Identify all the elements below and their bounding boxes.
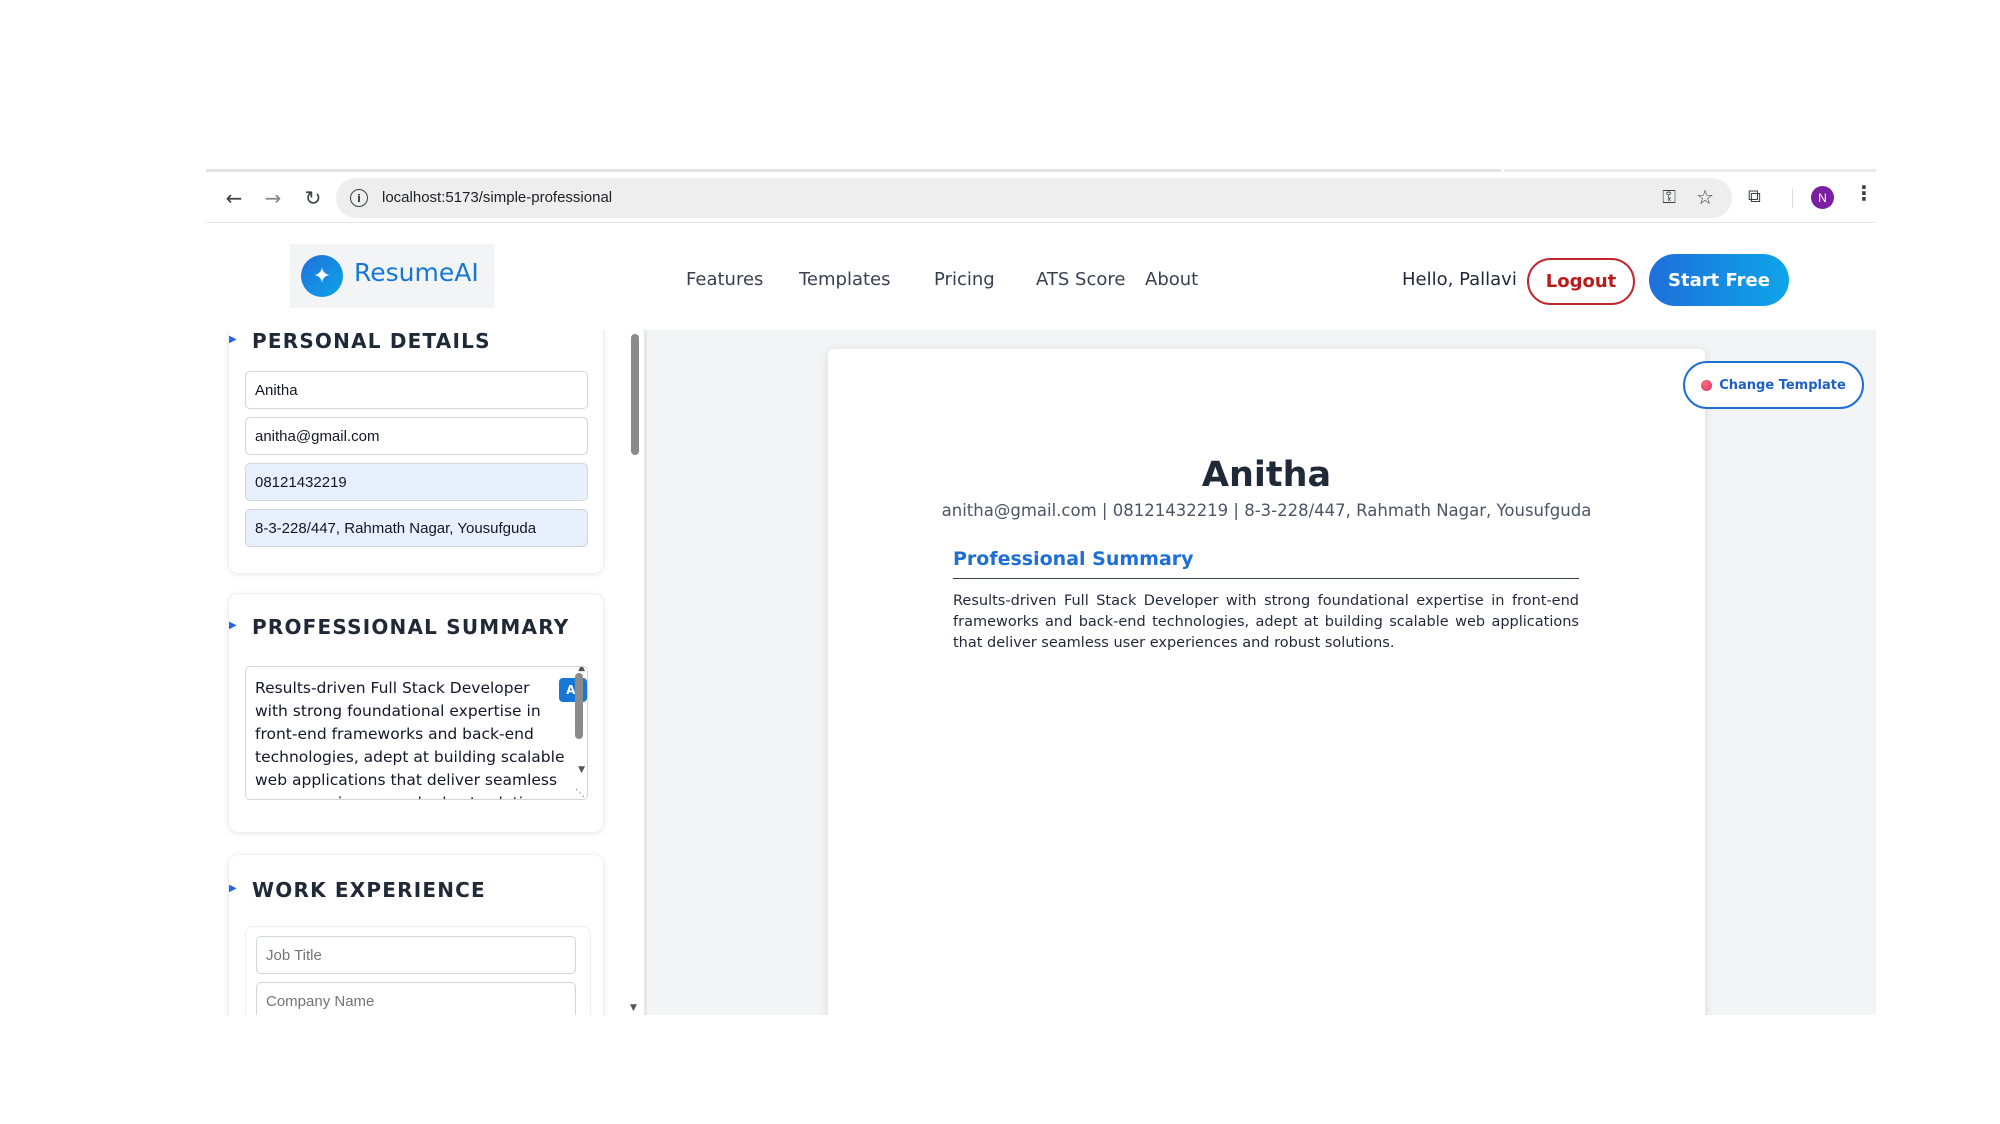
professional-summary-title: PROFESSIONAL SUMMARY xyxy=(252,615,570,639)
name-field[interactable] xyxy=(245,371,588,409)
browser-window: ← → ↻ i localhost:5173/simple-profession… xyxy=(206,169,1876,1015)
site-info-icon[interactable]: i xyxy=(350,189,368,207)
logout-button[interactable]: Logout xyxy=(1527,258,1635,305)
browser-menu-icon[interactable]: ⋮ xyxy=(1854,183,1874,203)
change-template-button[interactable]: Change Template xyxy=(1683,361,1864,409)
forward-arrow-icon[interactable]: → xyxy=(259,184,287,212)
nav-features[interactable]: Features xyxy=(686,269,763,290)
textarea-scroll-up-icon[interactable]: ▲ xyxy=(578,667,585,673)
main-content: ▶ PERSONAL DETAILS ▶ PROFESSIONAL SUMMAR… xyxy=(206,330,1876,1015)
reload-icon[interactable]: ↻ xyxy=(299,184,327,212)
editor-panel: ▶ PERSONAL DETAILS ▶ PROFESSIONAL SUMMAR… xyxy=(206,330,644,1015)
url-text[interactable]: localhost:5173/simple-professional xyxy=(382,189,612,206)
nav-pricing[interactable]: Pricing xyxy=(934,269,995,290)
toolbar-separator xyxy=(1792,188,1793,208)
work-experience-title: WORK EXPERIENCE xyxy=(252,878,486,902)
sparkle-logo-icon: ✦ xyxy=(301,255,343,297)
resume-preview-page: Anitha anitha@gmail.com | 08121432219 | … xyxy=(828,349,1705,1015)
logo-text[interactable]: ResumeAI xyxy=(354,258,479,287)
phone-field[interactable] xyxy=(245,463,588,501)
address-bar[interactable]: i localhost:5173/simple-professional ⚿ ☆ xyxy=(336,178,1732,218)
personal-details-title: PERSONAL DETAILS xyxy=(252,330,491,353)
panel-divider xyxy=(644,330,647,1015)
resume-section-title: Professional Summary xyxy=(953,548,1194,570)
user-greeting: Hello, Pallavi xyxy=(1402,269,1517,290)
bookmark-star-icon[interactable]: ☆ xyxy=(1696,185,1714,209)
password-key-icon[interactable]: ⚿ xyxy=(1662,187,1676,208)
collapse-triangle-icon[interactable]: ▶ xyxy=(229,883,237,894)
nav-about[interactable]: About xyxy=(1145,269,1198,290)
email-field[interactable] xyxy=(245,417,588,455)
address-field[interactable] xyxy=(245,509,588,547)
job-title-input[interactable] xyxy=(256,936,576,974)
extensions-puzzle-icon[interactable]: ⧉ xyxy=(1748,186,1772,210)
scroll-down-icon[interactable]: ▼ xyxy=(630,1003,637,1013)
browser-toolbar: ← → ↻ i localhost:5173/simple-profession… xyxy=(206,172,1876,223)
resume-summary: Results-driven Full Stack Developer with… xyxy=(953,593,1579,651)
palette-icon xyxy=(1701,379,1713,391)
back-arrow-icon[interactable]: ← xyxy=(220,184,248,212)
summary-textarea-text[interactable]: Results-driven Full Stack Developer with… xyxy=(255,677,565,799)
company-name-input[interactable] xyxy=(256,982,576,1015)
editor-scrollbar-thumb[interactable] xyxy=(631,334,639,455)
change-template-label: Change Template xyxy=(1719,377,1846,393)
summary-textarea[interactable]: Results-driven Full Stack Developer with… xyxy=(245,666,588,800)
resume-contact: anitha@gmail.com | 08121432219 | 8-3-228… xyxy=(941,501,1592,520)
textarea-scroll-down-icon[interactable]: ▼ xyxy=(578,765,585,775)
section-rule xyxy=(953,578,1579,579)
profile-avatar[interactable]: N xyxy=(1811,186,1834,209)
app-header: ✦ ResumeAI Features Templates Pricing AT… xyxy=(206,224,1876,330)
nav-ats-score[interactable]: ATS Score xyxy=(1036,269,1125,290)
resize-grip-icon[interactable]: ⋱ xyxy=(575,788,585,799)
resume-name: Anitha xyxy=(1201,455,1332,495)
collapse-triangle-icon[interactable]: ▶ xyxy=(229,620,237,631)
textarea-scrollbar[interactable] xyxy=(575,673,583,739)
collapse-triangle-icon[interactable]: ▶ xyxy=(229,334,237,345)
start-free-button[interactable]: Start Free xyxy=(1649,254,1789,306)
nav-templates[interactable]: Templates xyxy=(799,269,891,290)
